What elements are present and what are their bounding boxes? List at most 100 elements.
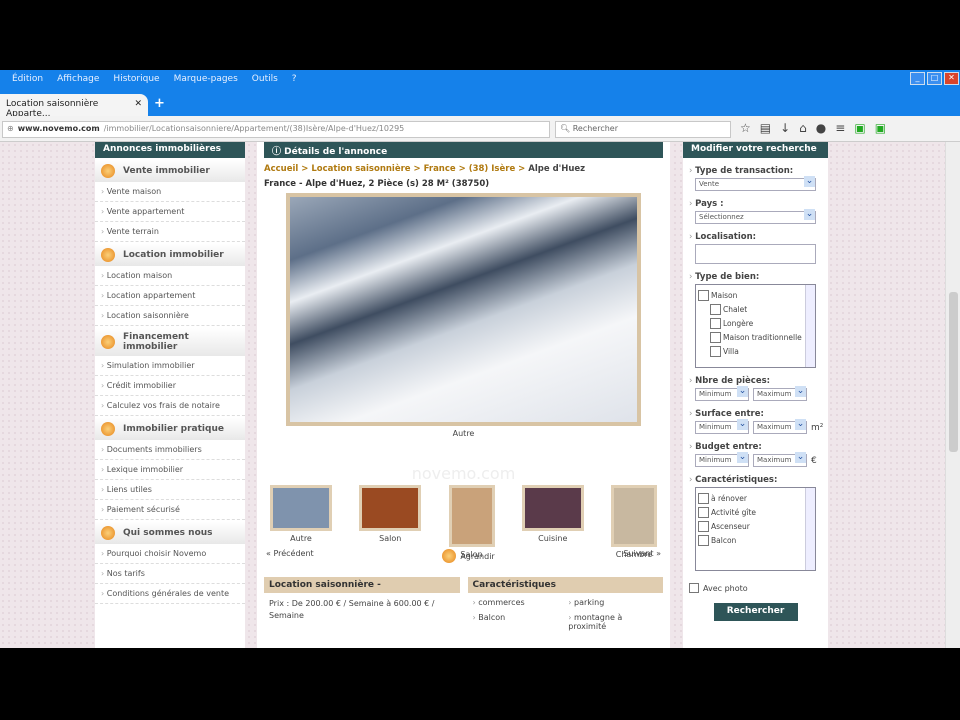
thumbnail-image[interactable]: [611, 485, 657, 547]
scroll-thumb[interactable]: [949, 292, 958, 452]
transaction-select[interactable]: Vente: [695, 176, 816, 191]
menu-icon[interactable]: ≡: [835, 121, 845, 135]
window-controls: _ □ ✕: [910, 72, 959, 85]
url-path: /immobilier/Locationsaisonniere/Appartem…: [103, 124, 405, 133]
menu-help[interactable]: ?: [292, 74, 297, 92]
sidebar-link[interactable]: Location maison: [95, 266, 245, 286]
sidebar-link[interactable]: Simulation immobilier: [95, 356, 245, 376]
sidebar-link[interactable]: Liens utiles: [95, 480, 245, 500]
breadcrumb: Accueil > Location saisonnière > France …: [264, 164, 586, 174]
with-photo-checkbox[interactable]: Avec photo: [689, 583, 828, 593]
sidebar-link[interactable]: Nos tarifs: [95, 564, 245, 584]
sidebar-link[interactable]: Vente maison: [95, 182, 245, 202]
section-icon: [101, 335, 115, 349]
previous-link[interactable]: « Précédent: [266, 549, 314, 563]
listing-title: France - Alpe d'Huez, 2 Pièce (s) 28 M² …: [264, 179, 490, 189]
sidebar-link[interactable]: Location appartement: [95, 286, 245, 306]
char-checkbox[interactable]: Balcon: [698, 535, 813, 546]
chat-icon[interactable]: ●: [816, 121, 826, 135]
sidebar-link[interactable]: Vente terrain: [95, 222, 245, 242]
location-input[interactable]: [695, 244, 816, 264]
char-checkbox[interactable]: à rénover: [698, 493, 813, 504]
maximize-button[interactable]: □: [927, 72, 942, 85]
crumb-city: Alpe d'Huez: [528, 164, 586, 174]
left-sidebar: Annonces immobilières Vente immobilier Ve…: [95, 142, 245, 648]
type-checkbox[interactable]: Maison traditionnelle: [710, 332, 813, 343]
crumb-rental[interactable]: Location saisonnière: [311, 164, 410, 174]
property-type-label: Type de bien:: [689, 272, 828, 282]
thumbnail-image[interactable]: [270, 485, 332, 531]
next-link[interactable]: Suivant »: [623, 549, 661, 563]
tab-active[interactable]: Location saisonnière Apparte... ✕: [0, 94, 148, 119]
close-tab-icon[interactable]: ✕: [134, 99, 142, 111]
type-checkbox[interactable]: Longère: [710, 318, 813, 329]
type-checkbox[interactable]: Chalet: [710, 304, 813, 315]
list-scrollbar[interactable]: [805, 488, 815, 570]
m2-unit: m²: [811, 422, 824, 433]
list-scrollbar[interactable]: [805, 285, 815, 367]
type-checkbox[interactable]: Villa: [710, 346, 813, 357]
thumbnail-image[interactable]: [448, 485, 495, 547]
sidebar-link[interactable]: Crédit immobilier: [95, 376, 245, 396]
thumbnail[interactable]: Salon: [359, 485, 422, 559]
rental-box: Location saisonnière - Prix : De 200.00 €…: [264, 577, 460, 636]
surface-min-select[interactable]: Minimum: [695, 419, 749, 434]
search-button[interactable]: Rechercher: [713, 603, 798, 621]
thumbnail-image[interactable]: [359, 485, 422, 531]
sidebar-link[interactable]: Pourquoi choisir Novemo: [95, 544, 245, 564]
thumbnail[interactable]: Autre: [270, 485, 332, 559]
menu-view[interactable]: Affichage: [57, 74, 99, 92]
close-window-button[interactable]: ✕: [944, 72, 959, 85]
main-photo[interactable]: [286, 193, 641, 426]
checkbox[interactable]: [689, 583, 699, 593]
thumbnail[interactable]: Salon: [448, 485, 495, 559]
section-title: Location immobilier: [123, 250, 224, 260]
characteristics-list[interactable]: à rénover Activité gîte Ascenseur Balcon: [695, 487, 816, 571]
euro-unit: €: [811, 455, 817, 466]
download-icon[interactable]: ↓: [780, 121, 790, 135]
rooms-min-select[interactable]: Minimum: [695, 386, 749, 401]
url-bar[interactable]: ⊕ www.novemo.com/immobilier/Locationsaiso…: [2, 121, 550, 138]
crumb-country[interactable]: France: [424, 164, 456, 174]
search-input[interactable]: 🔍︎ Rechercher: [555, 121, 731, 138]
sidebar-section: Vente immobilier: [95, 160, 245, 182]
page-scrollbar[interactable]: [945, 142, 960, 648]
home-icon[interactable]: ⌂: [799, 121, 807, 135]
char-checkbox[interactable]: Ascenseur: [698, 521, 813, 532]
minimize-button[interactable]: _: [910, 72, 925, 85]
bookmark-star-icon[interactable]: ☆: [740, 121, 751, 135]
rooms-max-select[interactable]: Maximum: [753, 386, 807, 401]
sidebar-link[interactable]: Calculez vos frais de notaire: [95, 396, 245, 416]
sidebar-section: Location immobilier: [95, 244, 245, 266]
menu-edit[interactable]: Édition: [12, 74, 43, 92]
type-checkbox[interactable]: Maison: [698, 290, 813, 301]
addon2-icon[interactable]: ▣: [875, 121, 886, 135]
thumbnail[interactable]: Cuisine: [521, 485, 584, 559]
new-tab-button[interactable]: +: [154, 96, 165, 111]
sidebar-link[interactable]: Paiement sécurisé: [95, 500, 245, 520]
crumb-home[interactable]: Accueil: [264, 164, 298, 174]
crumb-department[interactable]: (38) Isère: [469, 164, 516, 174]
enlarge-button[interactable]: Agrandir: [442, 549, 495, 563]
budget-min-select[interactable]: Minimum: [695, 452, 749, 467]
char-checkbox[interactable]: Activité gîte: [698, 507, 813, 518]
thumbnail-label: Autre: [290, 534, 312, 543]
clipboard-icon[interactable]: ▤: [760, 121, 771, 135]
tab-title: Location saisonnière Apparte...: [6, 99, 99, 119]
sidebar-link[interactable]: Conditions générales de vente: [95, 584, 245, 604]
thumbnail-image[interactable]: [521, 485, 584, 531]
sidebar-link[interactable]: Vente appartement: [95, 202, 245, 222]
transaction-label: Type de transaction:: [689, 166, 828, 176]
menu-history[interactable]: Historique: [113, 74, 159, 92]
sidebar-link[interactable]: Location saisonnière: [95, 306, 245, 326]
menu-tools[interactable]: Outils: [252, 74, 278, 92]
addon-icon[interactable]: ▣: [854, 121, 865, 135]
country-select[interactable]: Sélectionnez: [695, 209, 816, 224]
thumbnail[interactable]: Chambre: [611, 485, 657, 559]
sidebar-link[interactable]: Lexique immobilier: [95, 460, 245, 480]
menu-bookmarks[interactable]: Marque-pages: [174, 74, 238, 92]
budget-max-select[interactable]: Maximum: [753, 452, 807, 467]
property-type-list[interactable]: Maison Chalet Longère Maison traditionne…: [695, 284, 816, 368]
sidebar-link[interactable]: Documents immobiliers: [95, 440, 245, 460]
surface-max-select[interactable]: Maximum: [753, 419, 807, 434]
